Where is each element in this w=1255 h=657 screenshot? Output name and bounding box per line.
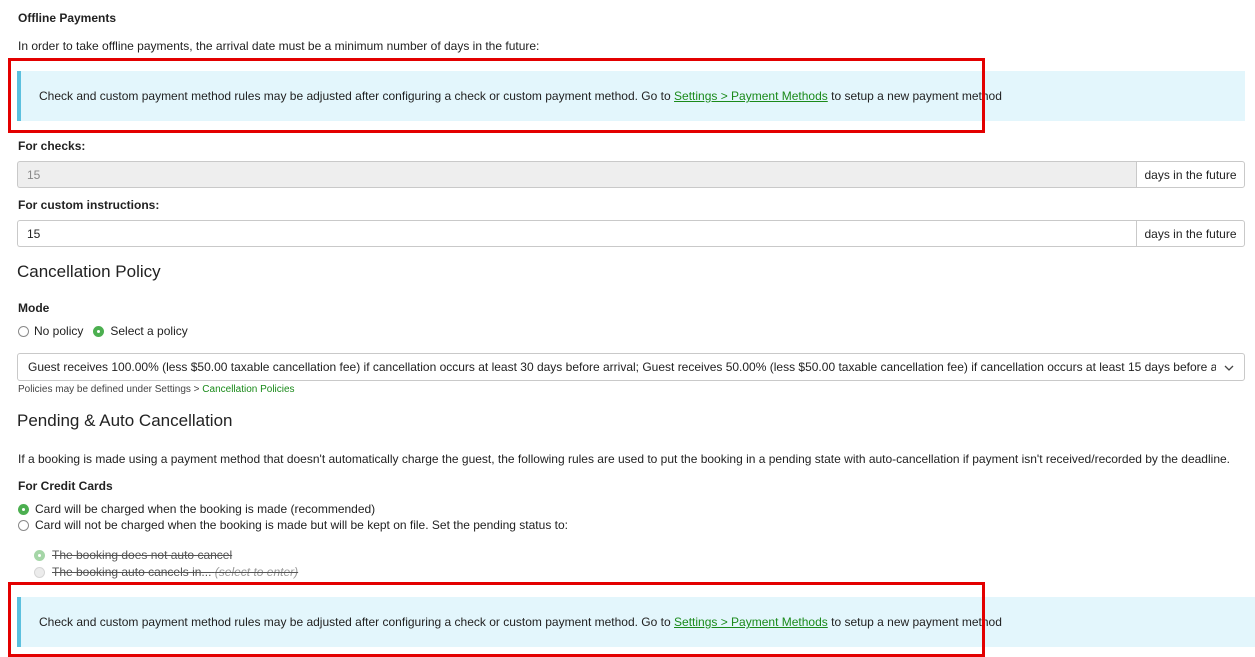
cancellation-policy-select[interactable]: Guest receives 100.00% (less $50.00 taxa… bbox=[17, 353, 1245, 381]
auto-cancels-label: The booking auto cancels in... (select t… bbox=[52, 565, 298, 579]
checks-label: For checks: bbox=[18, 139, 86, 153]
checks-input-group: days in the future bbox=[17, 161, 1245, 188]
custom-instructions-label: For custom instructions: bbox=[18, 198, 160, 212]
auto-cancels-text: The booking auto cancels in... bbox=[52, 565, 212, 579]
no-auto-cancel-label: The booking does not auto cancel bbox=[52, 548, 233, 562]
charge-now-option[interactable]: Card will be charged when the booking is… bbox=[18, 502, 375, 516]
credit-cards-label: For Credit Cards bbox=[18, 479, 113, 493]
no-policy-radio[interactable] bbox=[18, 325, 29, 337]
checks-days-input[interactable] bbox=[17, 161, 1136, 188]
checks-days-addon: days in the future bbox=[1136, 161, 1245, 188]
mode-radio-group: No policy Select a policy bbox=[18, 324, 188, 338]
charge-now-radio[interactable] bbox=[18, 503, 29, 515]
cancellation-policy-value: Guest receives 100.00% (less $50.00 taxa… bbox=[28, 360, 1216, 374]
alert-text: Check and custom payment method rules ma… bbox=[39, 89, 671, 103]
payment-methods-alert-bottom: Check and custom payment method rules ma… bbox=[17, 597, 1255, 647]
cancellation-policies-link[interactable]: Cancellation Policies bbox=[202, 384, 294, 395]
custom-days-addon: days in the future bbox=[1136, 220, 1245, 247]
pending-description: If a booking is made using a payment met… bbox=[18, 452, 1230, 466]
select-policy-radio[interactable] bbox=[93, 325, 105, 337]
charge-now-label[interactable]: Card will be charged when the booking is… bbox=[35, 502, 375, 516]
no-auto-cancel-radio[interactable] bbox=[34, 549, 45, 561]
alert-text-suffix: to setup a new payment method bbox=[831, 615, 1002, 629]
offline-payments-description: In order to take offline payments, the a… bbox=[18, 39, 540, 53]
no-policy-label[interactable]: No policy bbox=[34, 324, 83, 338]
payment-methods-link[interactable]: Settings > Payment Methods bbox=[674, 615, 828, 629]
keep-on-file-option[interactable]: Card will not be charged when the bookin… bbox=[18, 518, 568, 532]
mode-label: Mode bbox=[18, 301, 50, 315]
custom-days-input[interactable] bbox=[17, 220, 1136, 247]
no-auto-cancel-option[interactable]: The booking does not auto cancel bbox=[34, 548, 232, 562]
select-policy-label[interactable]: Select a policy bbox=[110, 324, 187, 338]
pending-auto-cancel-heading: Pending & Auto Cancellation bbox=[17, 411, 233, 430]
cancellation-policy-heading: Cancellation Policy bbox=[17, 262, 161, 281]
auto-cancels-option[interactable]: The booking auto cancels in... (select t… bbox=[34, 565, 298, 579]
alert-text: Check and custom payment method rules ma… bbox=[39, 615, 671, 629]
policies-note-text: Policies may be defined under Settings > bbox=[18, 384, 200, 395]
payment-methods-alert: Check and custom payment method rules ma… bbox=[17, 71, 1245, 121]
policies-note: Policies may be defined under Settings >… bbox=[18, 384, 295, 395]
chevron-down-icon bbox=[1224, 365, 1234, 371]
custom-input-group: days in the future bbox=[17, 220, 1245, 247]
alert-text-suffix: to setup a new payment method bbox=[831, 89, 1002, 103]
keep-on-file-radio[interactable] bbox=[18, 519, 29, 531]
auto-cancels-radio[interactable] bbox=[34, 566, 45, 578]
keep-on-file-label[interactable]: Card will not be charged when the bookin… bbox=[35, 518, 568, 532]
payment-methods-link[interactable]: Settings > Payment Methods bbox=[674, 89, 828, 103]
auto-cancels-hint: (select to enter) bbox=[214, 565, 299, 579]
offline-payments-title: Offline Payments bbox=[18, 11, 117, 25]
